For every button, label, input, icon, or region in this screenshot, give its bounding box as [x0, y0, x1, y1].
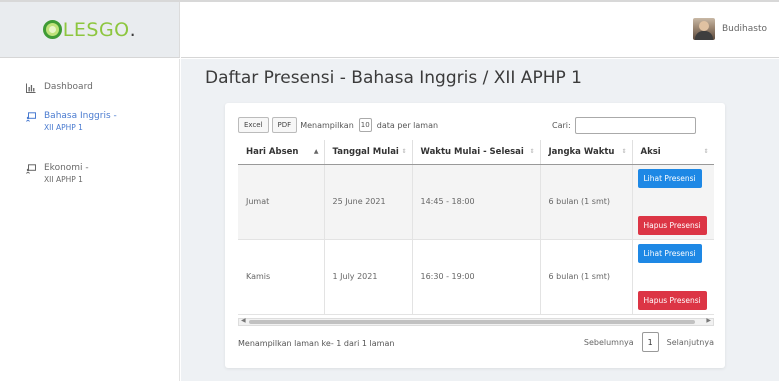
column-label: Jangka Waktu	[548, 146, 615, 157]
chart-icon	[26, 83, 36, 93]
next-page-button[interactable]: Selanjutnya	[667, 338, 714, 347]
app-logo[interactable]: LESGO.	[42, 18, 137, 41]
cell-aksi: Lihat Presensi Hapus Presensi	[632, 239, 714, 315]
scroll-right-icon[interactable]: ▶	[706, 317, 711, 324]
main-content: Daftar Presensi - Bahasa Inggris / XII A…	[181, 59, 779, 381]
previous-page-button[interactable]: Sebelumnya	[584, 338, 634, 347]
sort-asc-icon: ▲	[313, 148, 319, 155]
view-attendance-button[interactable]: Lihat Presensi	[637, 168, 702, 188]
sidebar-item-sublabel: XII APHP 1	[44, 175, 83, 184]
column-label: Aksi	[640, 146, 661, 157]
table-row: Jumat 25 June 2021 14:45 - 18:00 6 bulan…	[238, 164, 714, 240]
column-label: Tanggal Mulai	[332, 146, 399, 157]
table-row: Kamis 1 July 2021 16:30 - 19:00 6 bulan …	[238, 239, 714, 315]
user-menu[interactable]: Budihasto	[692, 18, 767, 40]
search-label: Cari:	[552, 121, 571, 130]
table-header-row: Hari Absen ▲ Tanggal Mulai ⇕ Waktu Mulai -…	[238, 140, 714, 165]
top-bar: Budihasto	[181, 2, 779, 58]
sidebar-item-label: Dashboard	[44, 82, 93, 92]
cell-tanggal: 1 July 2021	[324, 239, 413, 315]
page-button-current[interactable]: 1	[641, 332, 659, 352]
logo-text: LESGO	[62, 18, 130, 41]
sidebar-item-label: Bahasa Inggris -	[44, 111, 117, 121]
attendance-table-wrapper: Hari Absen ▲ Tanggal Mulai ⇕ Waktu Mulai -…	[238, 140, 714, 318]
page-length-suffix: data per laman	[376, 120, 439, 130]
column-label: Hari Absen	[246, 146, 299, 157]
attendance-card: Excel PDF Menampilkan 10 data per laman …	[225, 103, 725, 368]
cell-tanggal: 25 June 2021	[324, 164, 413, 240]
user-name[interactable]: Budihasto	[722, 24, 767, 34]
attendance-table: Hari Absen ▲ Tanggal Mulai ⇕ Waktu Mulai -…	[238, 140, 714, 315]
sidebar-item-sublabel: XII APHP 1	[44, 123, 83, 132]
search-input[interactable]	[574, 117, 696, 134]
sidebar-item-label: Ekonomi -	[44, 163, 89, 173]
sidebar: Dashboard Bahasa Inggris - XII APHP 1 Ek…	[0, 59, 180, 381]
cell-waktu: 14:45 - 18:00	[412, 164, 541, 240]
table-toolbar: Excel PDF Menampilkan 10 data per laman	[238, 117, 438, 133]
sort-icon: ⇕	[401, 148, 407, 155]
column-header-jangka[interactable]: Jangka Waktu ⇕	[540, 140, 633, 165]
export-pdf-button[interactable]: PDF	[271, 117, 298, 133]
cell-aksi: Lihat Presensi Hapus Presensi	[632, 164, 714, 240]
column-label: Waktu Mulai - Selesai	[420, 146, 524, 157]
delete-attendance-button[interactable]: Hapus Presensi	[637, 290, 707, 310]
column-header-waktu[interactable]: Waktu Mulai - Selesai ⇕	[412, 140, 541, 165]
scroll-left-icon[interactable]: ◀	[241, 317, 246, 324]
sort-icon: ⇕	[703, 148, 709, 155]
sort-icon: ⇕	[529, 148, 535, 155]
table-info: Menampilkan laman ke- 1 dari 1 laman	[238, 339, 395, 348]
column-header-tanggal[interactable]: Tanggal Mulai ⇕	[324, 140, 413, 165]
column-header-hari[interactable]: Hari Absen ▲	[238, 140, 325, 165]
table-search: Cari:	[552, 117, 696, 134]
brand-area: LESGO.	[0, 2, 180, 58]
page-title: Daftar Presensi - Bahasa Inggris / XII A…	[205, 68, 582, 88]
export-excel-button[interactable]: Excel	[238, 117, 269, 133]
cell-jangka: 6 bulan (1 smt)	[540, 164, 633, 240]
cell-hari: Jumat	[238, 164, 325, 240]
sidebar-item-ekonomi[interactable]: Ekonomi - XII APHP 1	[26, 163, 89, 184]
logo-circle-icon	[42, 20, 62, 39]
page-length-select[interactable]: 10	[358, 118, 372, 132]
sidebar-item-bahasa-inggris[interactable]: Bahasa Inggris - XII APHP 1	[26, 111, 117, 132]
cell-hari: Kamis	[238, 239, 325, 315]
cell-waktu: 16:30 - 19:00	[412, 239, 541, 315]
pagination: Sebelumnya 1 Selanjutnya	[584, 332, 714, 352]
horizontal-scrollbar[interactable]: ◀ ▶	[238, 317, 714, 326]
logo-dot: .	[129, 18, 137, 41]
sort-icon: ⇕	[621, 148, 627, 155]
scrollbar-thumb[interactable]	[249, 320, 695, 324]
sidebar-item-dashboard[interactable]: Dashboard	[26, 82, 93, 93]
class-board-icon	[26, 164, 36, 174]
view-attendance-button[interactable]: Lihat Presensi	[637, 243, 702, 263]
class-board-icon	[26, 112, 36, 122]
avatar[interactable]	[692, 18, 715, 40]
page-length-prefix: Menampilkan	[300, 120, 354, 130]
cell-jangka: 6 bulan (1 smt)	[540, 239, 633, 315]
column-header-aksi[interactable]: Aksi ⇕	[632, 140, 714, 165]
delete-attendance-button[interactable]: Hapus Presensi	[637, 215, 707, 235]
